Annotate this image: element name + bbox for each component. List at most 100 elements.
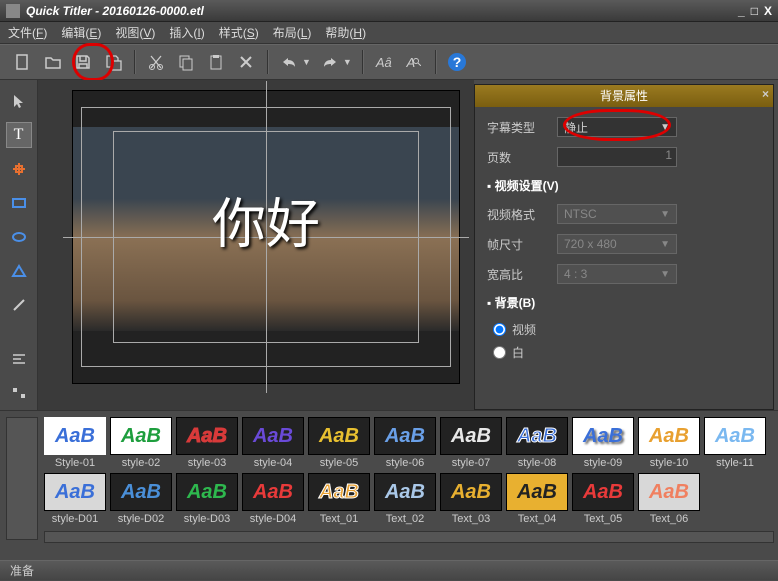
style-Text_05[interactable]: AaBText_05	[572, 473, 634, 525]
menu-v[interactable]: 视图(V)	[115, 24, 155, 41]
aspect-label: 宽高比	[487, 266, 557, 283]
style-Text_02[interactable]: AaBText_02	[374, 473, 436, 525]
chevron-down-icon: ▼	[660, 122, 670, 133]
style-style-03[interactable]: AaBstyle-03	[176, 417, 238, 469]
line-tool[interactable]	[6, 292, 32, 318]
window-title: Quick Titler - 20160126-0000.etl	[26, 4, 204, 18]
bg-radio-video[interactable]: 视频	[493, 321, 761, 338]
style-style-11[interactable]: AaBstyle-11	[704, 417, 766, 469]
scroll-bar[interactable]	[44, 531, 774, 543]
style-label: Text_03	[440, 513, 502, 525]
distribute-tool[interactable]	[6, 380, 32, 406]
text-tool[interactable]: T	[6, 122, 32, 148]
triangle-tool[interactable]	[6, 258, 32, 284]
pages-label: 页数	[487, 149, 557, 166]
style-label: style-05	[308, 457, 370, 469]
status-bar: 准备	[0, 560, 778, 580]
redo-dropdown[interactable]: ▼	[343, 57, 352, 67]
style-label: style-11	[704, 457, 766, 469]
subtitle-type-label: 字幕类型	[487, 119, 557, 136]
style-label: Text_05	[572, 513, 634, 525]
style-style-D04[interactable]: AaBstyle-D04	[242, 473, 304, 525]
minimize-button[interactable]: _	[738, 4, 745, 18]
style-label: Text_06	[638, 513, 700, 525]
tool-column: T	[0, 80, 38, 410]
style-Text_01[interactable]: AaBText_01	[308, 473, 370, 525]
menu-i[interactable]: 插入(I)	[169, 24, 204, 41]
style-style-02[interactable]: AaBstyle-02	[110, 417, 172, 469]
bg-section-header: 背景(B)	[487, 294, 761, 311]
style-style-D01[interactable]: AaBstyle-D01	[44, 473, 106, 525]
style-style-06[interactable]: AaBstyle-06	[374, 417, 436, 469]
style-label: style-09	[572, 457, 634, 469]
subtitle-type-select[interactable]: 静止 ▼	[557, 117, 677, 137]
style-label: style-07	[440, 457, 502, 469]
style-Style-01[interactable]: AaBStyle-01	[44, 417, 106, 469]
style-style-10[interactable]: AaBstyle-10	[638, 417, 700, 469]
style-label: Style-01	[44, 457, 106, 469]
styles-gallery: AaBStyle-01AaBstyle-02AaBstyle-03AaBstyl…	[0, 410, 778, 560]
style-label: style-D03	[176, 513, 238, 525]
save-button[interactable]	[70, 49, 96, 75]
video-format-label: 视频格式	[487, 206, 557, 223]
style-style-05[interactable]: AaBstyle-05	[308, 417, 370, 469]
delete-button[interactable]	[233, 49, 259, 75]
menu-h[interactable]: 帮助(H)	[325, 24, 366, 41]
svg-text:?: ?	[453, 54, 462, 70]
copy-button[interactable]	[173, 49, 199, 75]
style-style-D03[interactable]: AaBstyle-D03	[176, 473, 238, 525]
aspect-select: 4 : 3▼	[557, 264, 677, 284]
style-style-D02[interactable]: AaBstyle-D02	[110, 473, 172, 525]
style-label: style-03	[176, 457, 238, 469]
style-label: Text_01	[308, 513, 370, 525]
grid-tool[interactable]	[6, 156, 32, 182]
frame-size-select: 720 x 480▼	[557, 234, 677, 254]
style-style-09[interactable]: AaBstyle-09	[572, 417, 634, 469]
toolbar: ▼ ▼ Aȃ A ?	[0, 44, 778, 80]
style-Text_06[interactable]: AaBText_06	[638, 473, 700, 525]
help-button[interactable]: ?	[444, 49, 470, 75]
new-button[interactable]	[10, 49, 36, 75]
style-style-07[interactable]: AaBstyle-07	[440, 417, 502, 469]
style-label: style-D01	[44, 513, 106, 525]
rect-tool[interactable]	[6, 190, 32, 216]
cut-button[interactable]	[143, 49, 169, 75]
pointer-tool[interactable]	[6, 88, 32, 114]
style-Text_04[interactable]: AaBText_04	[506, 473, 568, 525]
close-button[interactable]: X	[764, 4, 772, 18]
properties-panel: 背景属性 × 字幕类型 静止 ▼ 页数 1 视频设置(V) 视频格式 NTSC▼	[474, 84, 774, 410]
pages-input[interactable]: 1	[557, 147, 677, 167]
canvas-area[interactable]: 你好	[38, 80, 474, 410]
bg-radio-white[interactable]: 白	[493, 344, 761, 361]
style-label: style-06	[374, 457, 436, 469]
style-label: Text_04	[506, 513, 568, 525]
paste-button[interactable]	[203, 49, 229, 75]
text-find-button[interactable]: A	[401, 49, 427, 75]
menu-f[interactable]: 文件(F)	[8, 24, 47, 41]
undo-button[interactable]	[276, 49, 302, 75]
style-style-04[interactable]: AaBstyle-04	[242, 417, 304, 469]
menu-e[interactable]: 编辑(E)	[61, 24, 101, 41]
panel-close-icon[interactable]: ×	[762, 87, 769, 101]
title-text[interactable]: 你好	[212, 180, 320, 259]
maximize-button[interactable]: □	[751, 4, 758, 18]
menu-s[interactable]: 样式(S)	[219, 24, 259, 41]
style-label: style-02	[110, 457, 172, 469]
style-style-08[interactable]: AaBstyle-08	[506, 417, 568, 469]
canvas[interactable]: 你好	[72, 90, 460, 384]
align-tool[interactable]	[6, 346, 32, 372]
app-icon	[6, 4, 20, 18]
frame-size-label: 帧尺寸	[487, 236, 557, 253]
save-as-button[interactable]	[100, 49, 126, 75]
ellipse-tool[interactable]	[6, 224, 32, 250]
menu-l[interactable]: 布局(L)	[273, 24, 312, 41]
style-label: style-D04	[242, 513, 304, 525]
style-Text_03[interactable]: AaBText_03	[440, 473, 502, 525]
style-label: style-08	[506, 457, 568, 469]
text-style-button[interactable]: Aȃ	[371, 49, 397, 75]
undo-dropdown[interactable]: ▼	[302, 57, 311, 67]
open-button[interactable]	[40, 49, 66, 75]
video-format-select: NTSC▼	[557, 204, 677, 224]
video-section-header: 视频设置(V)	[487, 177, 761, 194]
redo-button[interactable]	[317, 49, 343, 75]
